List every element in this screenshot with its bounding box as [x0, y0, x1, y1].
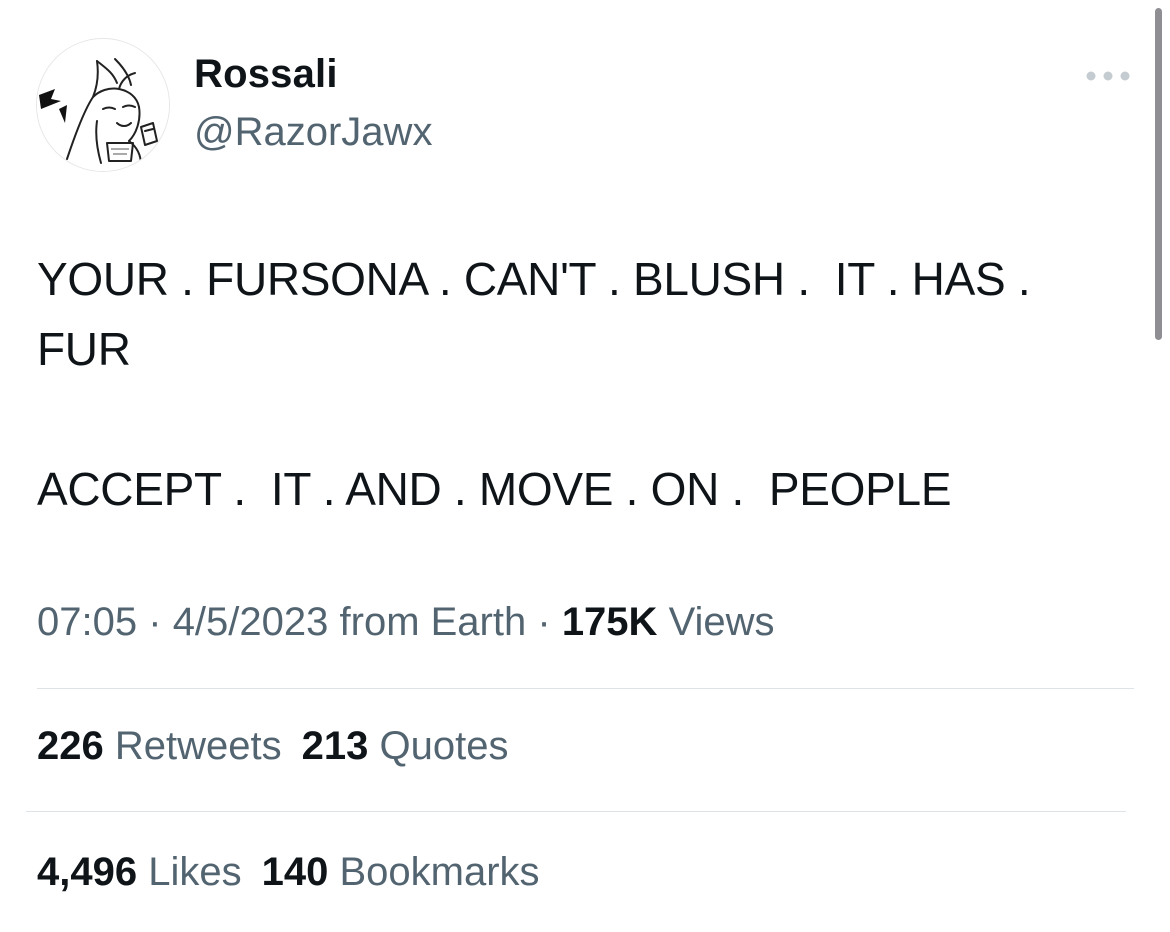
likes-label: Likes	[148, 850, 242, 894]
quotes-stat[interactable]: 213 Quotes	[302, 724, 509, 769]
tweet-time[interactable]: 07:05	[37, 600, 137, 644]
bookmarks-stat[interactable]: 140 Bookmarks	[262, 850, 540, 895]
quotes-label: Quotes	[379, 724, 509, 768]
stats-row-engagement: 4,496 Likes 140 Bookmarks	[37, 850, 560, 895]
divider	[37, 688, 1134, 689]
tweet-text: YOUR . FURSONA . CAN'T . BLUSH . IT . HA…	[37, 253, 1031, 515]
views-count: 175K	[561, 600, 658, 644]
bookmarks-label: Bookmarks	[339, 850, 540, 894]
more-options-button[interactable]	[1080, 58, 1136, 94]
retweets-count: 226	[37, 724, 104, 768]
retweets-label: Retweets	[114, 724, 282, 768]
stats-row-shares: 226 Retweets 213 Quotes	[37, 724, 528, 769]
avatar[interactable]	[36, 38, 170, 172]
quotes-count: 213	[301, 724, 369, 768]
retweets-stat[interactable]: 226 Retweets	[37, 724, 282, 769]
divider	[26, 811, 1126, 812]
tweet-date[interactable]: 4/5/2023	[173, 600, 329, 644]
tweet-source: from Earth	[339, 600, 527, 644]
more-options-icon	[1086, 71, 1130, 81]
meta-separator: ·	[148, 600, 162, 644]
meta-separator: ·	[537, 600, 551, 644]
sketch-avatar-icon	[37, 39, 169, 171]
likes-count: 4,496	[37, 850, 138, 894]
author-handle[interactable]: @RazorJawx	[194, 110, 432, 155]
likes-stat[interactable]: 4,496 Likes	[37, 850, 242, 895]
bookmarks-count: 140	[261, 850, 329, 894]
views-label: Views	[668, 600, 775, 644]
tweet-meta: 07:05 · 4/5/2023 from Earth · 175K Views	[37, 600, 775, 645]
author-display-name[interactable]: Rossali	[194, 52, 338, 97]
scrollbar[interactable]	[1155, 8, 1162, 340]
